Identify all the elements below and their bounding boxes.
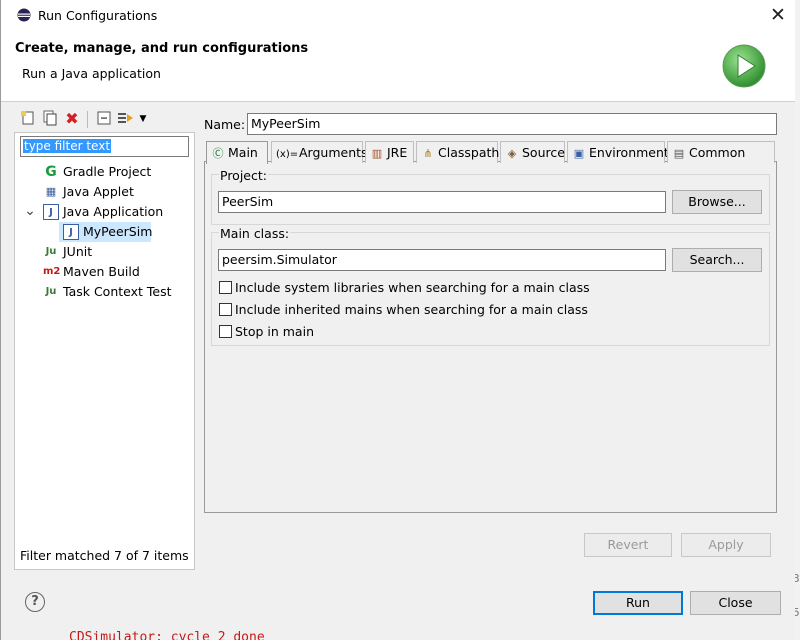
dialog-header: Create, manage, and run configurations R… bbox=[1, 31, 795, 101]
config-toolbar: ✖ ▼ bbox=[15, 108, 195, 132]
tree-item-label: Maven Build bbox=[63, 264, 140, 279]
config-name-input[interactable]: MyPeerSim bbox=[247, 113, 777, 135]
jre-tab-icon: ▥ bbox=[371, 147, 383, 160]
tree-item-label: Gradle Project bbox=[63, 164, 152, 179]
tree-item-label: MyPeerSim bbox=[83, 224, 153, 239]
tab-label: Classpath bbox=[438, 145, 500, 160]
chevron-down-icon[interactable]: ⌄ bbox=[23, 203, 37, 219]
tab-classpath[interactable]: ⋔ Classpath bbox=[416, 141, 500, 163]
main-class-input[interactable]: peersim.Simulator bbox=[218, 249, 666, 271]
tree-item-label: JUnit bbox=[63, 244, 93, 259]
tab-common[interactable]: ▤ Common bbox=[667, 141, 775, 163]
name-label: Name: bbox=[204, 117, 246, 132]
project-input[interactable]: PeerSim bbox=[218, 191, 666, 213]
tab-main[interactable]: Ⓒ Main bbox=[206, 141, 268, 164]
checkbox-label: Stop in main bbox=[235, 324, 314, 339]
apply-button[interactable]: Apply bbox=[681, 533, 771, 557]
tab-arguments[interactable]: (x)=Arguments bbox=[271, 141, 368, 163]
tab-label: JRE bbox=[387, 145, 408, 160]
background-console-strip: CDSimulator: cycle 2 done bbox=[63, 626, 323, 640]
close-window-button[interactable]: ✕ bbox=[765, 2, 791, 28]
background-console-line: CDSimulator: cycle 2 done bbox=[69, 630, 265, 640]
view-menu-chevron-icon[interactable]: ▼ bbox=[137, 110, 149, 128]
main-tab-icon: Ⓒ bbox=[212, 147, 224, 160]
tab-label: Main bbox=[228, 145, 258, 160]
close-button[interactable]: Close bbox=[690, 591, 781, 615]
project-label: Project: bbox=[219, 168, 268, 183]
duplicate-config-icon[interactable] bbox=[41, 110, 59, 128]
gradle-icon: G bbox=[45, 164, 57, 180]
collapse-all-icon[interactable] bbox=[95, 110, 113, 128]
header-subtitle: Run a Java application bbox=[22, 66, 161, 81]
classpath-tab-icon: ⋔ bbox=[423, 147, 433, 160]
task-context-icon: Ju bbox=[45, 286, 57, 297]
checkbox-box[interactable] bbox=[219, 303, 232, 316]
tab-label: Arguments bbox=[299, 145, 368, 160]
tab-environment[interactable]: ▣ Environment bbox=[567, 141, 669, 163]
tab-label: Source bbox=[522, 145, 565, 160]
junit-icon: Ju bbox=[45, 246, 57, 257]
tab-jre[interactable]: ▥ JRE bbox=[365, 141, 414, 163]
source-tab-icon: ◈ bbox=[507, 147, 517, 160]
java-applet-icon: ▦ bbox=[45, 185, 57, 198]
common-tab-icon: ▤ bbox=[673, 147, 685, 160]
run-configurations-dialog: Run Configurations ✕ Create, manage, and… bbox=[0, 0, 795, 640]
help-icon[interactable]: ? bbox=[25, 592, 45, 612]
toolbar-separator bbox=[87, 111, 88, 128]
checkbox-label: Include inherited mains when searching f… bbox=[235, 302, 588, 317]
tree-item-label: Java Application bbox=[63, 204, 164, 219]
tab-source[interactable]: ◈ Source bbox=[500, 141, 565, 163]
main-class-label: Main class: bbox=[219, 226, 291, 241]
arguments-tab-icon: (x)= bbox=[276, 149, 299, 160]
window-title: Run Configurations bbox=[38, 8, 158, 23]
checkbox-box[interactable] bbox=[219, 325, 232, 338]
search-button[interactable]: Search... bbox=[672, 248, 762, 272]
run-banner-icon bbox=[722, 44, 766, 88]
eclipse-logo-icon bbox=[17, 8, 31, 22]
filter-config-icon[interactable] bbox=[117, 110, 135, 128]
java-application-icon: J bbox=[43, 204, 59, 220]
java-config-icon: J bbox=[63, 224, 79, 240]
delete-config-icon[interactable]: ✖ bbox=[63, 110, 81, 128]
tree-item-java-application[interactable]: ⌄ J Java Application bbox=[23, 203, 163, 223]
maven-icon: m2 bbox=[43, 266, 61, 277]
title-bar: Run Configurations ✕ bbox=[1, 0, 795, 31]
tree-item-label: Task Context Test bbox=[63, 284, 172, 299]
filter-text: type filter text bbox=[23, 139, 112, 153]
browse-button[interactable]: Browse... bbox=[672, 190, 762, 214]
revert-button[interactable]: Revert bbox=[584, 533, 672, 557]
filter-input[interactable]: type filter text bbox=[20, 136, 189, 157]
header-title: Create, manage, and run configurations bbox=[15, 41, 309, 56]
run-button[interactable]: Run bbox=[593, 591, 683, 615]
tab-label: Common bbox=[689, 145, 746, 160]
checkbox-box[interactable] bbox=[219, 281, 232, 294]
new-config-icon[interactable] bbox=[19, 110, 37, 128]
environment-tab-icon: ▣ bbox=[573, 147, 585, 160]
filter-status: Filter matched 7 of 7 items bbox=[20, 548, 189, 563]
checkbox-label: Include system libraries when searching … bbox=[235, 280, 590, 295]
tab-label: Environment bbox=[589, 145, 669, 160]
tree-item-label: Java Applet bbox=[63, 184, 134, 199]
